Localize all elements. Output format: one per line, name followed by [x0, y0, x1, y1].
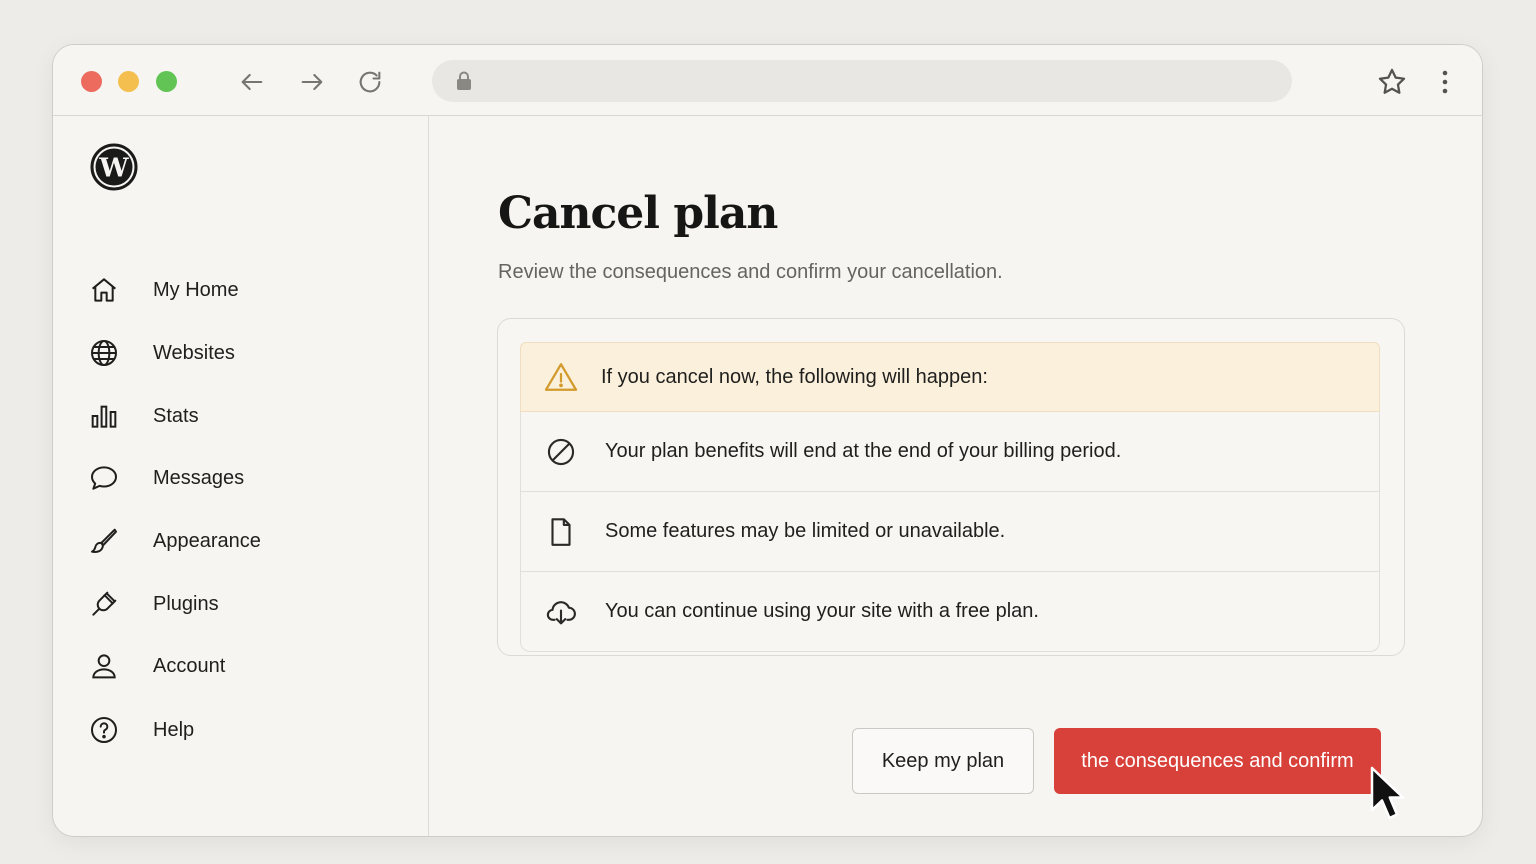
page-title: Cancel plan: [498, 188, 778, 239]
consequence-row: Your plan benefits will end at the end o…: [520, 412, 1380, 492]
consequence-row: You can continue using your site with a …: [520, 572, 1380, 652]
paintbrush-icon: [91, 528, 117, 553]
warning-banner: If you cancel now, the following will ha…: [520, 342, 1380, 412]
speech-bubble-icon: [91, 466, 117, 490]
sidebar-item-label: Websites: [153, 341, 235, 364]
address-bar[interactable]: [432, 60, 1292, 102]
page-subtitle: Review the consequences and confirm your…: [498, 261, 1003, 283]
url-input[interactable]: [488, 60, 1272, 102]
sidebar-item-label: Account: [153, 654, 226, 677]
consequence-text: Some features may be limited or unavaila…: [605, 520, 1006, 542]
forward-button[interactable]: [295, 65, 329, 99]
sidebar-item-label: Messages: [153, 466, 245, 489]
help-circle-icon: [91, 717, 117, 743]
sidebar-item-label: Help: [153, 718, 195, 741]
person-icon: [92, 654, 116, 679]
arrow-left-icon: [241, 73, 263, 91]
cloud-download-icon: [546, 600, 576, 624]
reload-icon: [359, 71, 381, 93]
home-icon: [92, 278, 116, 302]
browser-window: W My Home Websites Stats Messages Appear…: [52, 44, 1483, 837]
prohibited-icon: [547, 438, 575, 465]
sidebar-item-label: Appearance: [153, 529, 261, 552]
sidebar-item-my-home[interactable]: My Home: [87, 268, 387, 312]
sidebar-item-messages[interactable]: Messages: [87, 456, 387, 500]
sidebar-item-label: Plugins: [153, 592, 219, 615]
close-window-button[interactable]: [81, 71, 102, 92]
maximize-window-button[interactable]: [156, 71, 177, 92]
bookmark-star-icon[interactable]: [1375, 65, 1409, 99]
consequences-card: If you cancel now, the following will ha…: [497, 318, 1405, 656]
globe-icon: [91, 340, 117, 366]
reload-button[interactable]: [353, 65, 387, 99]
browser-titlebar: [53, 45, 1482, 116]
sidebar-item-plugins[interactable]: Plugins: [87, 582, 387, 626]
main-content: Cancel plan Review the consequences and …: [431, 116, 1482, 836]
sidebar-item-stats[interactable]: Stats: [87, 394, 387, 438]
warning-text: If you cancel now, the following will ha…: [601, 365, 988, 388]
sidebar-item-help[interactable]: Help: [87, 708, 387, 752]
arrow-right-icon: [301, 73, 323, 91]
consequence-text: You can continue using your site with a …: [605, 600, 1039, 622]
confirm-cancel-button[interactable]: the consequences and confirm: [1054, 728, 1381, 794]
back-button[interactable]: [235, 65, 269, 99]
sidebar-item-appearance[interactable]: Appearance: [87, 519, 387, 563]
more-menu-icon[interactable]: [1433, 65, 1457, 99]
lock-icon: [457, 71, 471, 90]
sidebar: W My Home Websites Stats Messages Appear…: [53, 116, 429, 836]
sidebar-item-label: Stats: [153, 404, 199, 427]
document-icon: [551, 517, 571, 546]
sidebar-item-websites[interactable]: Websites: [87, 331, 387, 375]
minimize-window-button[interactable]: [118, 71, 139, 92]
sidebar-item-label: My Home: [153, 278, 239, 301]
warning-triangle-icon: [544, 363, 578, 391]
consequence-text: Your plan benefits will end at the end o…: [605, 440, 1122, 462]
svg-text:W: W: [98, 154, 129, 184]
keep-plan-button[interactable]: Keep my plan: [852, 728, 1034, 794]
wordpress-logo-icon[interactable]: W: [90, 143, 138, 191]
consequence-row: Some features may be limited or unavaila…: [520, 492, 1380, 572]
plug-icon: [92, 591, 117, 616]
bar-chart-icon: [91, 405, 117, 428]
sidebar-item-account[interactable]: Account: [87, 644, 387, 688]
